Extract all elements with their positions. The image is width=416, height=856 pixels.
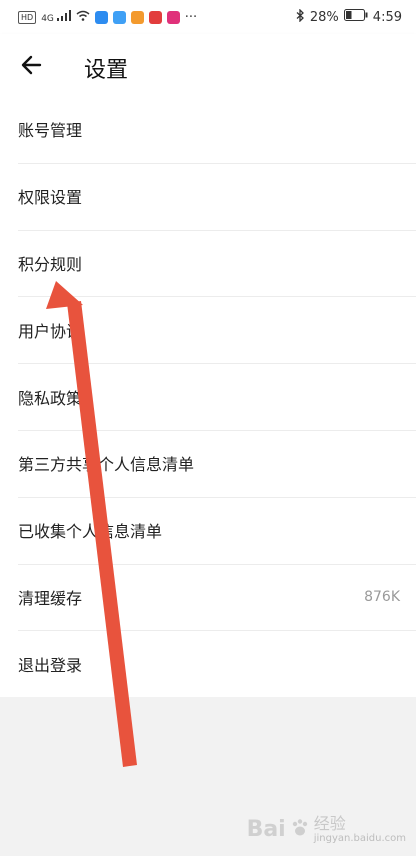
baidu-jingyan-watermark: Bai 经验 jingyan.baidu.com (247, 815, 406, 844)
app-icon-5 (166, 10, 180, 24)
battery-percent: 28% (309, 9, 339, 25)
settings-item-label: 权限设置 (18, 188, 83, 208)
status-bar-left: HD 4G ··· (18, 10, 197, 25)
app-icon-2 (112, 10, 126, 24)
cache-size-value: 876K (364, 588, 400, 605)
settings-item-label: 积分规则 (18, 254, 83, 274)
status-time: 4:59 (372, 9, 402, 25)
settings-list: 账号管理 权限设置 积分规则 用户协议 隐私政策 第三方共享个人信息清单 已收集… (0, 96, 416, 698)
settings-item-label: 第三方共享个人信息清单 (18, 455, 195, 475)
app-icon-1 (94, 10, 108, 24)
paw-icon (290, 818, 310, 842)
app-header: 设置 (0, 34, 416, 96)
settings-item-label: 账号管理 (18, 121, 83, 141)
settings-item-label: 已收集个人信息清单 (18, 522, 163, 542)
settings-item-privacy-policy[interactable]: 隐私政策 (0, 363, 416, 430)
settings-item-logout[interactable]: 退出登录 (0, 630, 416, 697)
battery-icon (343, 9, 368, 25)
app-icon-3 (130, 10, 144, 24)
settings-item-user-agreement[interactable]: 用户协议 (0, 296, 416, 363)
signal-icon: 4G (41, 10, 71, 24)
settings-item-points-rules[interactable]: 积分规则 (0, 229, 416, 297)
settings-item-permissions[interactable]: 权限设置 (0, 162, 416, 230)
settings-item-label: 隐私政策 (18, 388, 83, 408)
watermark-url: jingyan.baidu.com (313, 833, 406, 844)
page-title: 设置 (84, 58, 129, 83)
watermark-main: Bai (246, 817, 286, 843)
status-bar-right: 28% 4:59 (296, 7, 402, 26)
app-icon-4 (148, 10, 162, 24)
more-notifications-icon: ··· (184, 9, 198, 25)
settings-item-collected-info[interactable]: 已收集个人信息清单 (0, 496, 416, 564)
wifi-icon (76, 10, 90, 25)
settings-item-label: 用户协议 (18, 321, 83, 341)
settings-item-label: 退出登录 (18, 655, 83, 675)
settings-item-third-party-sharing[interactable]: 第三方共享个人信息清单 (0, 429, 416, 497)
bluetooth-icon (296, 7, 305, 26)
back-button[interactable] (18, 51, 46, 79)
settings-item-clear-cache[interactable]: 清理缓存 876K (0, 563, 416, 631)
signal-label: 4G (41, 14, 54, 24)
settings-item-label: 清理缓存 (18, 588, 83, 608)
watermark-suffix: 经验 (313, 814, 346, 834)
hd-badge: HD (18, 10, 37, 24)
arrow-left-icon (21, 55, 42, 75)
status-bar: HD 4G ··· 28% 4:59 (0, 0, 416, 34)
settings-item-account[interactable]: 账号管理 (0, 96, 416, 163)
